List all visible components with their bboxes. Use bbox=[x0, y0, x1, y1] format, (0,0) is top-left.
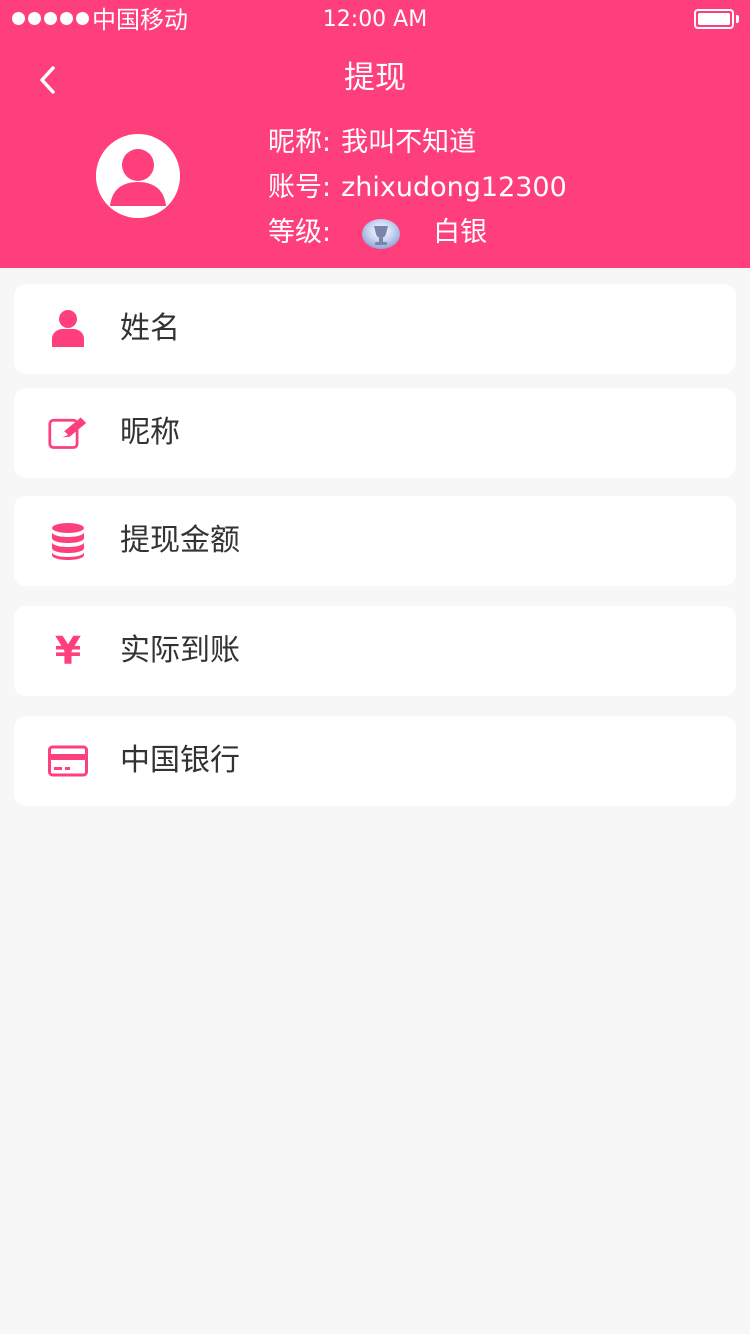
status-time: 12:00 AM bbox=[322, 7, 428, 32]
nickname-value: 我叫不知道 bbox=[341, 127, 477, 158]
profile-info: 昵称: 我叫不知道 账号: zhixudong12300 等级: 白银 bbox=[268, 120, 567, 255]
list-item-name[interactable]: 姓名 bbox=[14, 284, 736, 374]
profile-account-row: 账号: zhixudong12300 bbox=[268, 165, 567, 210]
account-label: 账号: bbox=[268, 172, 332, 203]
profile-level-row: 等级: 白银 bbox=[268, 210, 567, 255]
list-item-nickname[interactable]: 昵称 bbox=[14, 388, 736, 478]
item-label-name: 姓名 bbox=[120, 311, 180, 346]
list-item-bank[interactable]: 中国银行 bbox=[14, 716, 736, 806]
database-icon bbox=[48, 521, 88, 561]
status-bar: 中国移动 12:00 AM bbox=[0, 0, 750, 40]
list-item-actual-received[interactable]: ¥ 实际到账 bbox=[14, 606, 736, 696]
item-label-nickname: 昵称 bbox=[120, 415, 180, 450]
edit-icon bbox=[48, 413, 88, 453]
battery-icon bbox=[694, 9, 739, 29]
item-label-bank: 中国银行 bbox=[120, 743, 240, 778]
page-title: 提现 bbox=[344, 60, 406, 96]
item-label-actual-received: 实际到账 bbox=[120, 633, 240, 668]
account-value: zhixudong12300 bbox=[341, 172, 567, 203]
yen-glyph: ¥ bbox=[54, 629, 82, 673]
profile-nickname-row: 昵称: 我叫不知道 bbox=[268, 120, 567, 165]
list-item-withdraw-amount[interactable]: 提现金额 bbox=[14, 496, 736, 586]
nickname-label: 昵称: bbox=[268, 127, 332, 158]
user-avatar-icon bbox=[96, 134, 180, 218]
avatar bbox=[96, 134, 180, 218]
header: 中国移动 12:00 AM 提现 昵称: 我叫不知道 账号: zhixudong… bbox=[0, 0, 750, 268]
silver-level-badge-icon bbox=[359, 216, 403, 250]
credit-card-icon bbox=[48, 741, 88, 781]
yen-icon: ¥ bbox=[48, 631, 88, 671]
level-label: 等级: bbox=[268, 217, 332, 248]
level-value: 白银 bbox=[433, 217, 488, 248]
user-icon bbox=[48, 309, 88, 349]
item-label-withdraw-amount: 提现金额 bbox=[120, 523, 240, 558]
